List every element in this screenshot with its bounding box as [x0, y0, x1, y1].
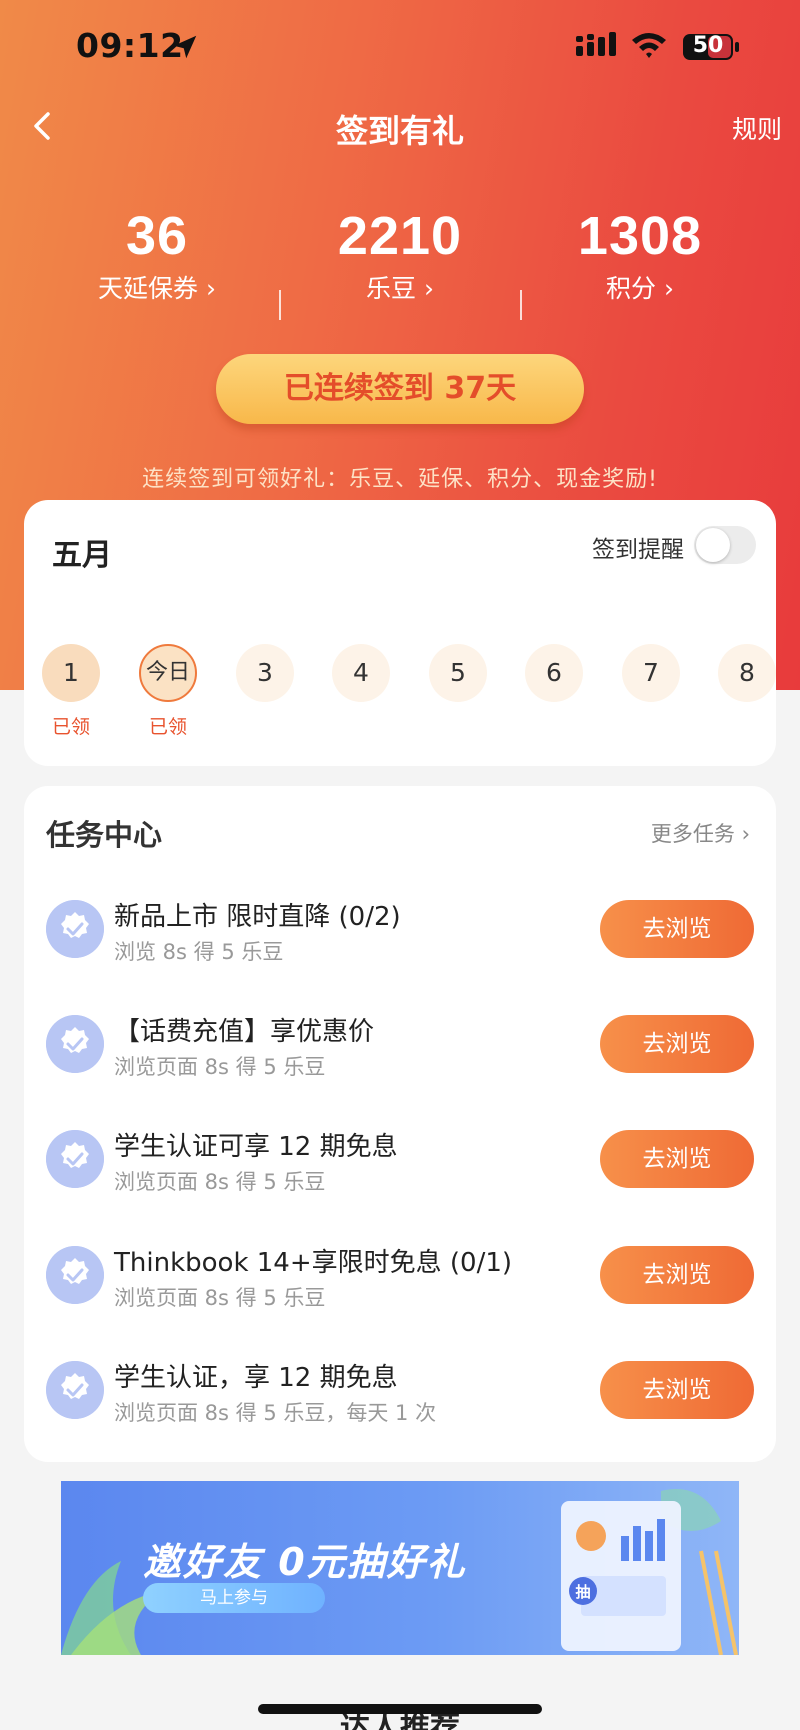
stat-divider	[279, 290, 281, 320]
battery-level: 50	[692, 33, 724, 58]
task-title: 学生认证，享 12 期免息	[114, 1363, 398, 1393]
stat-warranty-coupons[interactable]: 36 天延保券 ›	[47, 205, 267, 305]
task-item: 【话费充值】享优惠价 浏览页面 8s 得 5 乐豆 去浏览	[24, 997, 776, 1107]
day-status: 已领	[148, 716, 187, 738]
promo-text: 连续签到可领好礼：乐豆、延保、积分、现金奖励!	[142, 467, 658, 492]
task-title: Thinkbook 14+享限时免息 (0/1)	[114, 1248, 513, 1278]
location-arrow-icon	[173, 35, 197, 59]
calendar-day[interactable]: 8	[717, 644, 777, 702]
rules-link[interactable]: 规则	[732, 110, 782, 146]
day-circle: 6	[525, 644, 583, 702]
calendar-day[interactable]: 4	[331, 644, 391, 702]
calendar-day[interactable]: 3	[235, 644, 295, 702]
calendar-day[interactable]: 6	[524, 644, 584, 702]
streak-button[interactable]: 已连续签到 37天	[216, 354, 584, 424]
wifi-icon	[632, 33, 666, 58]
verified-badge-icon	[46, 1361, 104, 1419]
more-tasks-link[interactable]: 更多任务 ›	[651, 818, 750, 848]
verified-badge-icon	[46, 1015, 104, 1073]
day-circle: 今日	[139, 644, 197, 702]
day-circle: 3	[236, 644, 294, 702]
stat-ledou[interactable]: 2210 乐豆 ›	[290, 205, 510, 305]
task-center-title: 任务中心	[46, 818, 163, 852]
stat-value: 2210	[337, 206, 463, 266]
browse-button[interactable]: 去浏览	[600, 1130, 754, 1188]
invite-friends-banner[interactable]: 抽 邀好友 0元抽好礼 马上参与	[61, 1481, 739, 1655]
banner-title: 邀好友 0元抽好礼	[143, 1540, 467, 1584]
task-item: Thinkbook 14+享限时免息 (0/1) 浏览页面 8s 得 5 乐豆 …	[24, 1228, 776, 1338]
task-title: 新品上市 限时直降 (0/2)	[114, 902, 401, 932]
calendar-day[interactable]: 7	[621, 644, 681, 702]
join-now-button[interactable]: 马上参与	[143, 1583, 325, 1613]
status-time: 09:12	[76, 26, 184, 65]
browse-button[interactable]: 去浏览	[600, 1015, 754, 1073]
task-subtitle: 浏览页面 8s 得 5 乐豆	[114, 1170, 326, 1194]
task-title: 学生认证可享 12 期免息	[114, 1132, 398, 1162]
task-center-card: 任务中心 更多任务 › 新品上市 限时直降 (0/2) 浏览 8s 得 5 乐豆…	[24, 786, 776, 1462]
task-subtitle: 浏览页面 8s 得 5 乐豆	[114, 1286, 326, 1310]
task-title: 【话费充值】享优惠价	[114, 1017, 375, 1047]
calendar-day-today[interactable]: 今日 已领	[138, 644, 198, 739]
task-item: 新品上市 限时直降 (0/2) 浏览 8s 得 5 乐豆 去浏览	[24, 882, 776, 992]
task-subtitle: 浏览页面 8s 得 5 乐豆，每天 1 次	[114, 1401, 437, 1425]
day-circle: 7	[622, 644, 680, 702]
calendar-day[interactable]: 1 已领	[41, 644, 101, 739]
reminder-toggle[interactable]	[694, 526, 756, 564]
browse-button[interactable]: 去浏览	[600, 1361, 754, 1419]
verified-badge-icon	[46, 900, 104, 958]
stat-points[interactable]: 1308 积分 ›	[530, 205, 750, 305]
calendar-card: 五月 签到提醒 1 已领 今日 已领 3 4 5 6 7 8	[24, 500, 776, 766]
day-circle: 8	[718, 644, 776, 702]
toggle-knob	[696, 528, 730, 562]
reminder-label: 签到提醒	[592, 537, 684, 563]
cellular-signal-icon	[576, 32, 616, 56]
verified-badge-icon	[46, 1130, 104, 1188]
banner-badge: 抽	[575, 1583, 590, 1601]
day-status: 已领	[51, 716, 90, 738]
verified-badge-icon	[46, 1246, 104, 1304]
stat-label: 乐豆 ›	[366, 274, 434, 303]
stat-label: 天延保券 ›	[98, 274, 216, 303]
browse-button[interactable]: 去浏览	[600, 900, 754, 958]
status-bar: 09:12 50	[0, 0, 800, 96]
task-subtitle: 浏览页面 8s 得 5 乐豆	[114, 1055, 326, 1079]
task-item: 学生认证可享 12 期免息 浏览页面 8s 得 5 乐豆 去浏览	[24, 1112, 776, 1222]
stat-label: 积分 ›	[606, 274, 674, 303]
calendar-month: 五月	[52, 538, 112, 573]
stat-value: 1308	[577, 206, 703, 266]
day-circle: 1	[42, 644, 100, 702]
task-subtitle: 浏览 8s 得 5 乐豆	[114, 940, 284, 964]
page-title: 签到有礼	[335, 112, 464, 150]
stat-value: 36	[125, 206, 189, 266]
day-circle: 4	[332, 644, 390, 702]
task-item: 学生认证，享 12 期免息 浏览页面 8s 得 5 乐豆，每天 1 次 去浏览	[24, 1343, 776, 1453]
stat-divider	[520, 290, 522, 320]
calendar-day[interactable]: 5	[428, 644, 488, 702]
browse-button[interactable]: 去浏览	[600, 1246, 754, 1304]
day-circle: 5	[429, 644, 487, 702]
home-indicator	[258, 1704, 542, 1714]
